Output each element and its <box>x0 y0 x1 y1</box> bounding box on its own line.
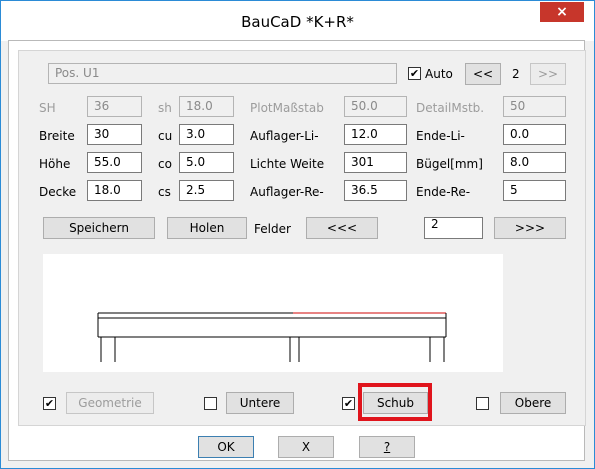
next-button[interactable]: >> <box>530 63 566 85</box>
breite-field[interactable]: 30 <box>87 124 142 145</box>
auflager-li-label: Auflager-Li- <box>250 129 319 143</box>
felder-prev-button[interactable]: <<< <box>306 217 378 239</box>
title-bar[interactable]: BauCaD *K+R* × <box>1 1 594 41</box>
geometrie-checkbox[interactable]: ✔ <box>43 397 56 410</box>
breite-label: Breite <box>39 129 75 143</box>
page-number: 2 <box>512 67 520 81</box>
position-field[interactable]: Pos. U1 <box>48 63 397 84</box>
obere-checkbox[interactable] <box>476 397 489 410</box>
decke-field[interactable]: 18.0 <box>87 180 142 201</box>
detailmstb-label: DetailMstb. <box>416 101 485 115</box>
co-label: co <box>158 157 172 171</box>
decke-label: Decke <box>39 185 77 199</box>
help-button[interactable]: ? <box>359 436 415 458</box>
cs-label: cs <box>158 185 171 199</box>
co-field[interactable]: 5.0 <box>179 152 234 173</box>
buegel-label: Bügel[mm] <box>416 157 483 171</box>
felder-next-button[interactable]: >>> <box>494 217 566 239</box>
hoehe-field[interactable]: 55.0 <box>87 152 142 173</box>
plotmassstab-field[interactable]: 50.0 <box>344 96 407 117</box>
sh-lower-field[interactable]: 18.0 <box>179 96 234 117</box>
holen-button[interactable]: Holen <box>167 217 247 239</box>
ok-button[interactable]: OK <box>198 436 254 458</box>
felder-field[interactable]: 2 <box>424 217 483 239</box>
buegel-field[interactable]: 8.0 <box>503 152 566 173</box>
close-button[interactable]: × <box>540 2 584 22</box>
auflager-li-field[interactable]: 12.0 <box>344 124 407 145</box>
ende-li-field[interactable]: 0.0 <box>503 124 566 145</box>
window-title: BauCaD *K+R* <box>241 13 354 31</box>
schub-highlight-frame <box>358 383 432 421</box>
ende-li-label: Ende-Li- <box>416 129 465 143</box>
untere-button[interactable]: Untere <box>226 392 294 414</box>
sh-lower-label: sh <box>158 101 172 115</box>
lichte-weite-label: Lichte Weite <box>250 157 325 171</box>
beam-drawing <box>97 312 447 362</box>
beam-preview-canvas <box>43 254 503 372</box>
hoehe-label: Höhe <box>39 157 71 171</box>
schub-checkbox[interactable]: ✔ <box>342 397 355 410</box>
cs-field[interactable]: 2.5 <box>179 180 234 201</box>
cu-label: cu <box>158 129 173 143</box>
auflager-re-label: Auflager-Re- <box>250 185 324 199</box>
ende-re-label: Ende-Re- <box>416 185 471 199</box>
plotmassstab-label: PlotMaßstab <box>250 101 324 115</box>
auto-label: Auto <box>425 67 453 81</box>
felder-label: Felder <box>254 222 291 236</box>
auflager-re-field[interactable]: 36.5 <box>344 180 407 201</box>
sh-upper-label: SH <box>39 101 56 115</box>
speichern-button[interactable]: Speichern <box>43 217 155 239</box>
auto-checkbox[interactable]: ✔ <box>408 67 421 80</box>
prev-button[interactable]: << <box>465 63 501 85</box>
cu-field[interactable]: 3.0 <box>179 124 234 145</box>
x-button[interactable]: X <box>278 436 334 458</box>
lichte-weite-field[interactable]: 301 <box>344 152 407 173</box>
detailmstb-field[interactable]: 50 <box>503 96 566 117</box>
obere-button[interactable]: Obere <box>500 392 566 414</box>
sh-upper-field[interactable]: 36 <box>87 96 142 117</box>
untere-checkbox[interactable] <box>204 397 217 410</box>
ende-re-field[interactable]: 5 <box>503 180 566 201</box>
geometrie-button[interactable]: Geometrie <box>66 392 154 414</box>
